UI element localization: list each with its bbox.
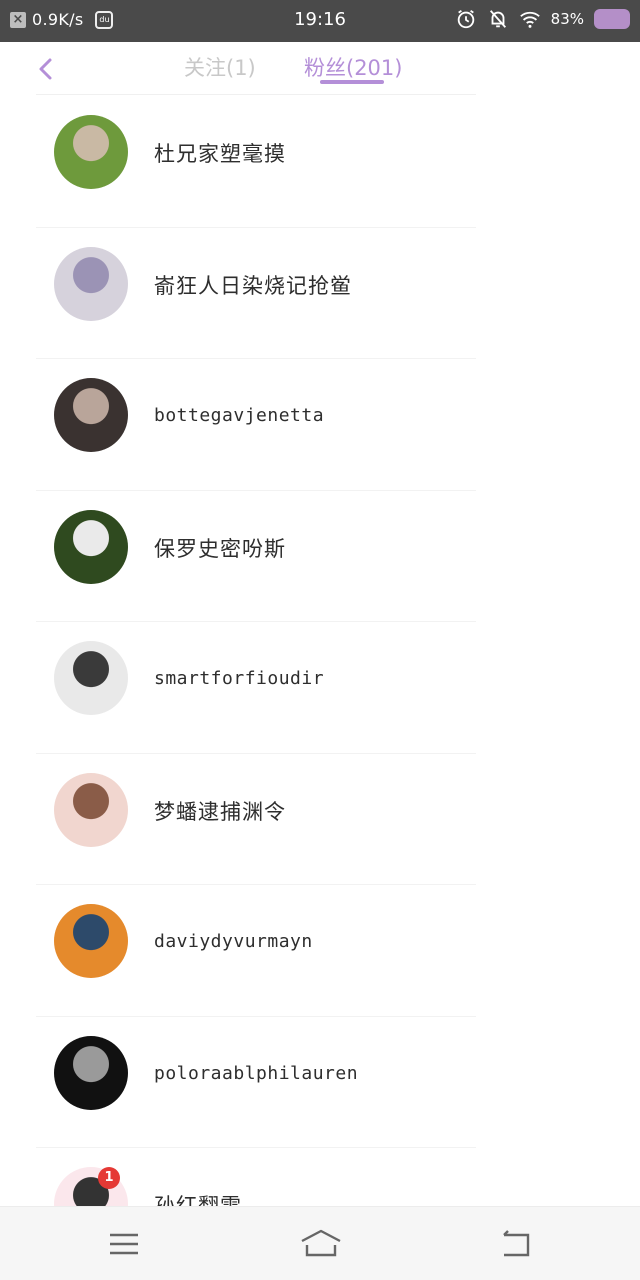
active-tab-indicator	[320, 80, 384, 84]
fan-row[interactable]: 保罗史密吩斯	[0, 491, 640, 622]
header-divider	[36, 94, 476, 95]
tab-fans[interactable]: 粉丝(201)	[304, 52, 402, 82]
avatar[interactable]	[54, 246, 128, 321]
menu-icon[interactable]	[104, 1227, 144, 1261]
tab-header: 关注(1) 粉丝(201)	[0, 42, 640, 96]
fan-name: poloraablphilauren	[154, 1062, 359, 1084]
fan-row[interactable]: 嵛狂人日染烧记抢鲎	[0, 228, 640, 359]
fan-name: 保罗史密吩斯	[154, 536, 286, 561]
fans-list: 杜兄家塑毫摸 嵛狂人日染烧记抢鲎 bottegavjenetta 保罗史密吩斯 …	[0, 96, 640, 1206]
battery-icon	[594, 9, 630, 29]
status-bar: × 0.9K/s du 19:16 83%	[0, 0, 640, 42]
fan-name: 嵛狂人日染烧记抢鲎	[154, 273, 352, 298]
fan-name: 孙红翻雷	[154, 1194, 242, 1206]
fan-name: 梦蟠逮捕渊令	[154, 799, 286, 824]
alarm-icon	[457, 9, 474, 29]
fan-name: smartforfioudir	[154, 668, 325, 689]
fan-row[interactable]: smartforfioudir	[0, 622, 640, 754]
home-icon[interactable]	[298, 1227, 344, 1261]
back-arrow-icon[interactable]	[34, 56, 58, 82]
wifi-icon	[519, 11, 540, 28]
fan-row[interactable]: 杜兄家塑毫摸	[0, 96, 640, 228]
back-icon[interactable]	[496, 1227, 536, 1261]
fan-name: daviydyvurmayn	[154, 931, 313, 952]
fan-row[interactable]: poloraablphilauren	[0, 1017, 640, 1148]
fan-row[interactable]: daviydyvurmayn	[0, 885, 640, 1017]
fan-row[interactable]: 1 孙红翻雷	[0, 1148, 640, 1206]
avatar[interactable]	[54, 904, 128, 978]
fan-name: 杜兄家塑毫摸	[154, 142, 286, 166]
navigation-bar	[0, 1206, 640, 1280]
battery-level: 83%	[550, 10, 584, 28]
tab-following[interactable]: 关注(1)	[184, 52, 256, 82]
fan-row[interactable]: 梦蟠逮捕渊令	[0, 754, 640, 885]
avatar[interactable]	[54, 641, 128, 715]
fan-row[interactable]: bottegavjenetta	[0, 359, 640, 491]
avatar[interactable]	[54, 115, 128, 189]
avatar[interactable]	[54, 772, 128, 847]
fan-name: bottegavjenetta	[154, 405, 325, 426]
mute-bell-icon	[489, 10, 506, 28]
avatar[interactable]	[54, 1035, 128, 1110]
status-right: 83%	[455, 8, 630, 30]
avatar[interactable]	[54, 509, 128, 584]
avatar[interactable]	[54, 378, 128, 452]
notification-badge: 1	[98, 1167, 120, 1189]
